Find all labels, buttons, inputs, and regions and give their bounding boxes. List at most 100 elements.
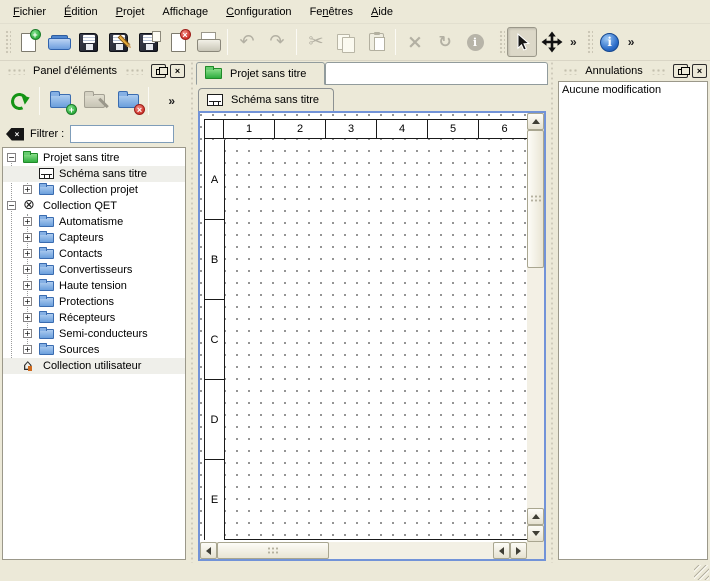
undo-history-item[interactable]: Aucune modification bbox=[559, 82, 707, 98]
move-arrows-icon bbox=[541, 31, 563, 53]
scroll-left-button[interactable] bbox=[493, 542, 510, 559]
tree-expander-plus-icon[interactable]: + bbox=[23, 281, 32, 290]
tree-item[interactable]: −⊗Collection QET bbox=[3, 198, 185, 214]
tree-item[interactable]: +Capteurs bbox=[3, 230, 185, 246]
select-tool-button[interactable] bbox=[507, 27, 537, 57]
paste-button[interactable] bbox=[361, 27, 391, 57]
tree-expander-plus-icon[interactable]: + bbox=[23, 233, 32, 242]
save-copy-button[interactable] bbox=[133, 27, 163, 57]
print-button[interactable] bbox=[193, 27, 223, 57]
tree-item[interactable]: +Haute tension bbox=[3, 278, 185, 294]
open-button[interactable] bbox=[43, 27, 73, 57]
copy-button[interactable] bbox=[331, 27, 361, 57]
delete-category-button[interactable]: × bbox=[111, 85, 145, 117]
toolbar-drag-handle[interactable] bbox=[498, 29, 505, 55]
workspace: Panel d'éléments × + × » bbox=[0, 61, 710, 563]
redo-button[interactable]: ↷ bbox=[262, 27, 292, 57]
right-splitter[interactable] bbox=[548, 61, 556, 563]
toolbar-separator bbox=[395, 29, 396, 55]
horizontal-scroll-thumb[interactable] bbox=[217, 542, 329, 559]
filter-input[interactable] bbox=[70, 125, 174, 143]
tree-item[interactable]: +Protections bbox=[3, 294, 185, 310]
menu-item-6[interactable]: Aide bbox=[362, 3, 402, 21]
new-document-button[interactable]: + bbox=[13, 27, 43, 57]
tree-expander-plus-icon[interactable]: + bbox=[23, 329, 32, 338]
tree-item[interactable]: +Récepteurs bbox=[3, 310, 185, 326]
tree-expander-plus-icon[interactable]: + bbox=[23, 265, 32, 274]
dock-float-button[interactable] bbox=[673, 64, 688, 78]
menu-item-2[interactable]: Projet bbox=[107, 3, 154, 21]
left-splitter[interactable] bbox=[188, 61, 196, 563]
toolbar-drag-handle[interactable] bbox=[586, 29, 593, 55]
tree-item[interactable]: +Automatisme bbox=[3, 214, 185, 230]
tree-item[interactable]: − Projet sans titre bbox=[3, 150, 185, 166]
tree-expander-plus-icon[interactable]: + bbox=[23, 185, 32, 194]
folder-icon bbox=[39, 281, 54, 291]
menu-item-3[interactable]: Affichage bbox=[153, 3, 217, 21]
save-button[interactable] bbox=[73, 27, 103, 57]
move-tool-button[interactable] bbox=[537, 27, 567, 57]
collections-toolbar: + × » bbox=[0, 81, 188, 121]
delete-button[interactable]: × bbox=[400, 27, 430, 57]
tab-projet-sans-titre[interactable]: Projet sans titre bbox=[196, 62, 325, 85]
scroll-right-button[interactable] bbox=[510, 542, 527, 559]
dock-close-button[interactable]: × bbox=[692, 64, 707, 78]
tab-schema-sans-titre[interactable]: Schéma sans titre bbox=[198, 88, 334, 111]
tree-item-label: Projet sans titre bbox=[43, 152, 119, 164]
menu-item-0[interactable]: Fichier bbox=[4, 3, 55, 21]
tree-expander-plus-icon[interactable]: + bbox=[23, 345, 32, 354]
tree-item[interactable]: ⌂Collection utilisateur bbox=[3, 358, 185, 374]
tree-item[interactable]: +Convertisseurs bbox=[3, 262, 185, 278]
undo-panel-titlebar: Annulations × bbox=[556, 61, 710, 81]
new-category-button[interactable]: + bbox=[43, 85, 77, 117]
vertical-scrollbar[interactable] bbox=[527, 113, 544, 542]
tree-expander-plus-icon[interactable]: + bbox=[23, 297, 32, 306]
scroll-up-button[interactable] bbox=[527, 113, 544, 130]
horizontal-scrollbar[interactable] bbox=[200, 542, 527, 559]
tree-rows: − Projet sans titre Schéma sans titre+Coll… bbox=[3, 150, 185, 374]
toolbar-drag-handle[interactable] bbox=[4, 29, 11, 55]
tree-item[interactable]: +Collection projet bbox=[3, 182, 185, 198]
save-as-button[interactable] bbox=[103, 27, 133, 57]
tree-item[interactable]: + Semi-conducteurs bbox=[3, 326, 185, 342]
toolbar-overflow-button[interactable]: » bbox=[567, 35, 580, 49]
tree-expander-minus-icon[interactable]: − bbox=[7, 201, 16, 210]
scroll-down-button[interactable] bbox=[527, 525, 544, 542]
tree-item[interactable]: +Contacts bbox=[3, 246, 185, 262]
resize-grip-icon[interactable] bbox=[694, 565, 709, 580]
tree-item-label: Semi-conducteurs bbox=[59, 328, 148, 340]
info-button[interactable]: i bbox=[460, 27, 490, 57]
menu-item-5[interactable]: Fenêtres bbox=[301, 3, 362, 21]
status-bar bbox=[0, 563, 710, 581]
tree-expander-minus-icon[interactable]: − bbox=[7, 153, 16, 162]
close-document-icon: × bbox=[171, 33, 186, 52]
tree-expander-plus-icon[interactable]: + bbox=[23, 249, 32, 258]
scroll-up-button[interactable] bbox=[527, 508, 544, 525]
frame-rows: ABCDE bbox=[205, 140, 225, 539]
scroll-left-button[interactable] bbox=[200, 542, 217, 559]
frame-row-label: E bbox=[205, 460, 225, 540]
vertical-scroll-thumb[interactable] bbox=[527, 130, 544, 268]
tree-item[interactable]: Schéma sans titre bbox=[3, 166, 185, 182]
close-document-button[interactable]: × bbox=[163, 27, 193, 57]
refresh-icon bbox=[8, 90, 30, 112]
frame-column-label: 5 bbox=[428, 120, 479, 138]
tree-expander-plus-icon[interactable]: + bbox=[23, 217, 32, 226]
about-button[interactable]: i bbox=[595, 27, 625, 57]
save-as-icon bbox=[109, 33, 128, 52]
menu-item-1[interactable]: Édition bbox=[55, 3, 107, 21]
dock-float-button[interactable] bbox=[151, 64, 166, 78]
rotate-button[interactable]: ↻ bbox=[430, 27, 460, 57]
edit-category-button[interactable] bbox=[77, 85, 111, 117]
dock-close-button[interactable]: × bbox=[170, 64, 185, 78]
menu-item-4[interactable]: Configuration bbox=[217, 3, 300, 21]
cut-button[interactable]: ✂ bbox=[301, 27, 331, 57]
panel-overflow-button[interactable]: » bbox=[165, 94, 178, 108]
tree-expander-plus-icon[interactable]: + bbox=[23, 313, 32, 322]
reload-collections-button[interactable] bbox=[2, 85, 36, 117]
diagram-canvas[interactable]: 123456 ABCDE bbox=[198, 111, 546, 561]
undo-button[interactable]: ↶ bbox=[232, 27, 262, 57]
clear-filter-icon[interactable]: × bbox=[6, 128, 24, 141]
toolbar-overflow-button[interactable]: » bbox=[625, 35, 638, 49]
mini-page-icon bbox=[152, 31, 161, 42]
